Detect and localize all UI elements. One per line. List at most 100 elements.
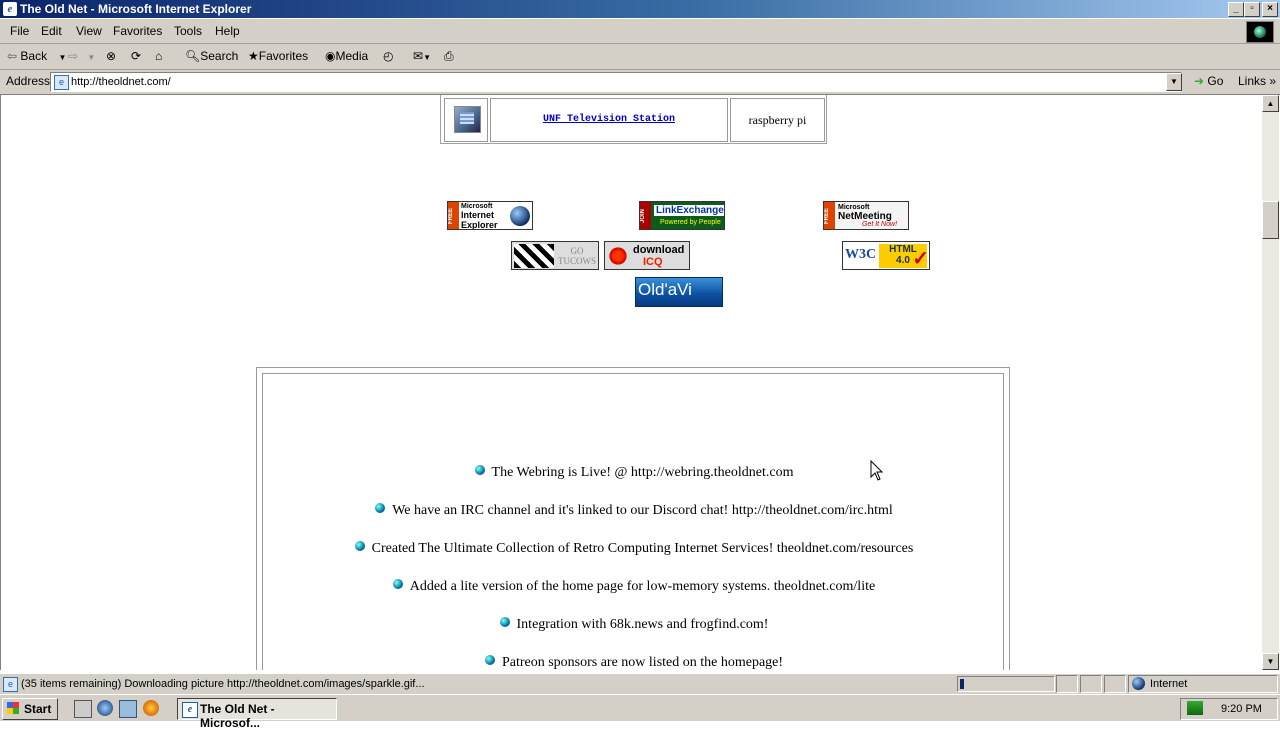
news-item: We have an IRC channel and it's linked t… [263, 503, 1005, 519]
home-icon: ⌂ [155, 49, 163, 63]
network-tray-icon[interactable] [1187, 701, 1203, 715]
mail-icon: ✉ [413, 49, 424, 63]
back-button[interactable]: ⇦ Back ▼ [7, 49, 66, 63]
window-title: The Old Net - Microsoft Internet Explore… [20, 2, 252, 16]
go-label: Go [1207, 74, 1224, 88]
search-icon: 🔍︎ [185, 49, 201, 63]
taskbar-window-label: The Old Net - Microsof... [200, 702, 275, 730]
favorites-label: Favorites [258, 49, 309, 63]
outlook-express-icon[interactable] [119, 700, 137, 718]
w3c-html4-badge[interactable]: W3C HTML 4.0 ✓ [842, 241, 930, 270]
menu-edit[interactable]: Edit [41, 24, 62, 38]
ie-window-icon: e [182, 702, 198, 718]
ie-badge-text: Microsoft Internet Explorer [461, 203, 498, 229]
favorites-icon: ★ [248, 49, 259, 63]
television-station-icon[interactable] [454, 106, 481, 133]
zone-label: Internet [1150, 678, 1188, 690]
address-url[interactable]: http://theoldnet.com/ [71, 76, 171, 88]
forward-button[interactable]: ⇨ ▼ [68, 49, 95, 63]
print-button[interactable]: ⎙ [444, 49, 454, 64]
icq-text: download ICQ [633, 244, 684, 268]
show-desktop-icon[interactable] [74, 700, 92, 718]
ie-line2: Internet [461, 210, 495, 220]
stop-button[interactable]: ⊗ [106, 49, 116, 63]
history-button[interactable]: ◴ [383, 49, 393, 63]
news-text: The Webring is Live! @ http://webring.th… [491, 465, 794, 480]
bullet-icon [484, 655, 495, 665]
scroll-up-icon[interactable]: ▲ [1262, 95, 1279, 112]
bullet-icon [474, 465, 485, 475]
links-label: Links [1238, 74, 1267, 88]
restore-button[interactable]: ▫ [1244, 2, 1260, 17]
news-item: Patreon sponsors are now listed on the h… [263, 655, 1005, 670]
minimize-button[interactable]: _ [1228, 2, 1244, 17]
links-button[interactable]: Links » [1238, 74, 1276, 88]
home-button[interactable]: ⌂ [155, 49, 162, 63]
mail-button[interactable]: ✉▼ [413, 49, 431, 63]
news-text: Integration with 68k.news and frogfind.c… [516, 617, 769, 632]
news-text: We have an IRC channel and it's linked t… [392, 503, 893, 518]
menu-help[interactable]: Help [215, 24, 240, 38]
tucows-text: GO TUCOWS [558, 246, 596, 266]
system-tray: 9:20 PM [1180, 698, 1278, 720]
windows-logo-icon [7, 702, 19, 714]
menu-file[interactable]: File [10, 24, 29, 38]
internet-explorer-quicklaunch-icon[interactable] [97, 700, 113, 716]
menu-favorites[interactable]: Favorites [113, 24, 162, 38]
start-button[interactable]: Start [2, 698, 58, 720]
icq-download-badge[interactable]: download ICQ [604, 241, 690, 270]
address-dropdown-icon[interactable]: ▼ [1166, 73, 1182, 91]
internet-explorer-badge[interactable]: FREE Microsoft Internet Explorer [447, 201, 533, 230]
status-pane [1104, 675, 1126, 693]
oldavi-text: Old'aVi [638, 280, 692, 299]
menu-view[interactable]: View [76, 24, 102, 38]
raspberry-pi-text: raspberry pi [748, 113, 807, 127]
oldavi-badge[interactable]: Old'aVi [635, 277, 723, 307]
join-label: JOIN [640, 202, 651, 229]
unf-television-link[interactable]: UNF Television Station [491, 114, 727, 125]
back-arrow-icon: ⇦ [7, 49, 18, 63]
status-bar: e (35 items remaining) Downloading pictu… [0, 673, 1280, 694]
linkexchange-sub: Powered by People [660, 219, 721, 226]
internet-zone-icon [1132, 677, 1145, 690]
start-label: Start [24, 702, 52, 716]
tucows-badge[interactable]: GO TUCOWS [511, 241, 599, 270]
linkexchange-badge[interactable]: JOIN LinkExchange Powered by People [639, 201, 725, 230]
netmeeting-line1: Microsoft [838, 204, 870, 211]
refresh-button[interactable]: ⟳ [131, 49, 141, 63]
page-loading-icon: e [3, 677, 18, 692]
title-bar[interactable]: e The Old Net - Microsoft Internet Explo… [0, 0, 1280, 18]
forward-arrow-icon: ⇨ [68, 49, 79, 63]
go-button[interactable]: ➜ Go [1194, 74, 1223, 88]
scroll-down-icon[interactable]: ▼ [1262, 653, 1279, 670]
bullet-icon [392, 579, 403, 589]
search-button[interactable]: 🔍︎Search [185, 49, 238, 63]
go-arrow-icon: ➜ [1194, 74, 1205, 88]
page-icon: e [54, 75, 69, 90]
checkmark-icon: ✓ [912, 248, 929, 270]
firefox-icon[interactable] [143, 700, 159, 716]
status-pane [1080, 675, 1102, 693]
menu-tools[interactable]: Tools [174, 24, 202, 38]
netmeeting-badge[interactable]: FREE Microsoft NetMeeting Get It Now! [823, 201, 909, 230]
history-icon: ◴ [383, 49, 394, 63]
taskbar-window-button[interactable]: e The Old Net - Microsof... [177, 698, 337, 730]
favorites-button[interactable]: ★Favorites [248, 49, 308, 63]
table-cell: UNF Television Station [490, 98, 728, 142]
media-button[interactable]: ◉Media [325, 49, 368, 63]
back-label: Back [20, 49, 48, 63]
forward-dropdown-icon[interactable]: ▼ [87, 53, 95, 62]
refresh-icon: ⟳ [131, 49, 142, 63]
table-cell: raspberry pi [730, 98, 825, 142]
scroll-thumb[interactable] [1262, 201, 1279, 239]
back-dropdown-icon[interactable]: ▼ [58, 53, 66, 62]
print-icon: ⎙ [444, 49, 454, 63]
menu-bar: File Edit View Favorites Tools Help [0, 19, 1280, 44]
news-item: Created The Ultimate Collection of Retro… [263, 541, 1005, 557]
news-text: Added a lite version of the home page fo… [409, 579, 876, 594]
close-button[interactable]: × [1262, 2, 1278, 17]
html-number: 4.0 [896, 255, 910, 266]
vertical-scrollbar[interactable]: ▲ ▼ [1262, 95, 1279, 670]
icq-flower-icon [608, 246, 628, 266]
address-input[interactable]: e http://theoldnet.com/ [50, 72, 1182, 92]
